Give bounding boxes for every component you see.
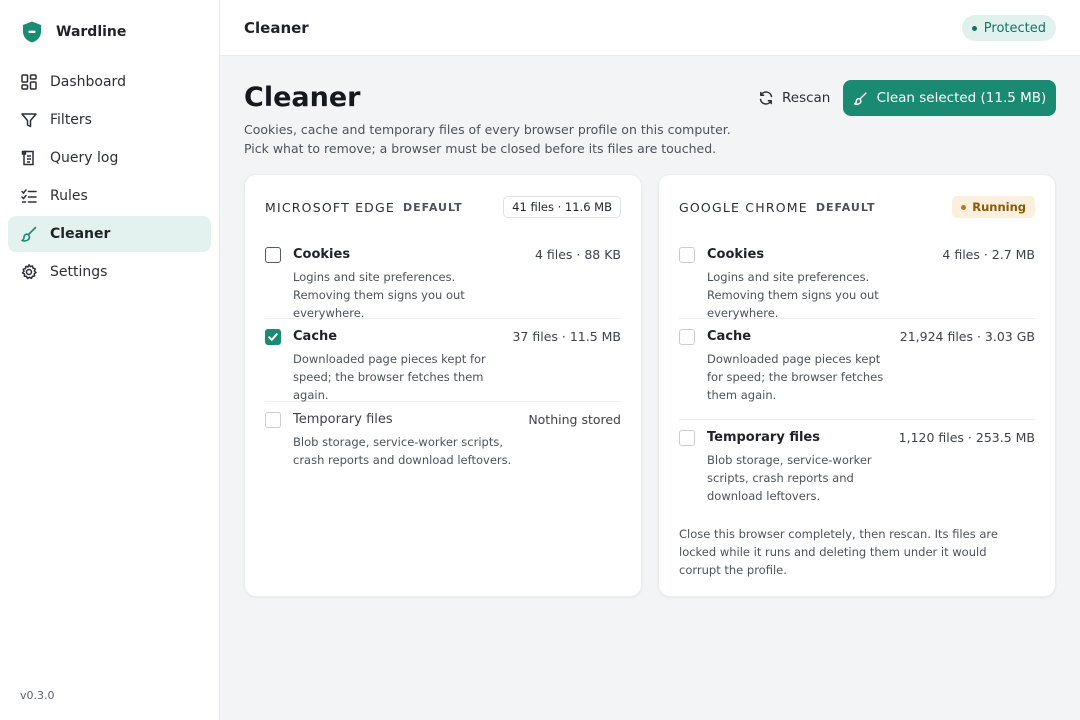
status-dot-icon [971,25,977,31]
item-size: 4 files · 88 KB [534,247,621,262]
running-browser-note: Close this browser completely, then resc… [679,527,998,577]
item-description: Logins and site preferences. Removing th… [707,270,879,320]
item-size: Nothing stored [528,412,621,427]
item-title: Cookies [707,247,765,262]
clean-items-list: Cookies 4 files · 88 KB Logins and site … [265,237,621,484]
clean-item-cookies: Cookies 4 files · 88 KB Logins and site … [265,237,621,320]
profile-tag: DEFAULT [815,200,876,214]
brand: Wardline [20,20,126,44]
gear-icon [20,263,38,281]
running-label: Running [972,200,1026,214]
clean-item-temporary-files: Temporary files Nothing stored Blob stor… [265,402,621,484]
browser-name: GOOGLE CHROME [679,199,808,215]
sidebar-item-label: Settings [50,264,108,280]
topbar-title: Cleaner [244,19,309,37]
rules-icon [20,187,38,205]
clean-selected-label: Clean selected (11.5 MB) [876,90,1047,106]
card-header: MICROSOFT EDGE DEFAULT 41 files · 11.6 M… [265,195,621,219]
item-title: Temporary files [293,412,393,427]
item-size: 4 files · 2.7 MB [942,247,1035,262]
clean-selected-button[interactable]: Clean selected (11.5 MB) [843,80,1056,116]
item-description: Blob storage, service-worker scripts, cr… [707,453,872,503]
cookies-checkbox[interactable] [265,247,281,263]
clean-item-temporary-files: Temporary files 1,120 files · 253.5 MB B… [679,420,1035,520]
item-size: 1,120 files · 253.5 MB [898,430,1035,445]
sidebar-nav: Dashboard Filters Query log Rules Cleane… [8,64,211,292]
filter-icon [20,111,38,129]
brush-icon [853,91,867,105]
item-size: 21,924 files · 3.03 GB [899,329,1035,344]
sidebar-item-filters[interactable]: Filters [8,102,211,138]
rescan-label: Rescan [782,90,831,106]
browser-card-chrome: GOOGLE CHROME DEFAULT Running Cookies 4 … [658,174,1056,597]
item-title: Cookies [293,247,351,262]
clean-items-list: Cookies 4 files · 2.7 MB Logins and site… [679,237,1035,520]
sidebar-item-label: Filters [50,112,92,128]
clean-item-cookies: Cookies 4 files · 2.7 MB Logins and site… [679,237,1035,320]
cookies-checkbox [679,247,695,263]
page-description: Cookies, cache and temporary files of ev… [244,120,744,158]
sidebar-item-dashboard[interactable]: Dashboard [8,64,211,100]
clean-item-cache: Cache 21,924 files · 3.03 GB Downloaded … [679,319,1035,420]
status-dot-icon [961,204,967,210]
item-title: Temporary files [707,430,820,445]
sidebar-item-settings[interactable]: Settings [8,254,211,290]
log-icon [20,149,38,167]
item-title: Cache [293,329,338,344]
clean-item-cache: Cache 37 files · 11.5 MB Downloaded page… [265,319,621,402]
refresh-icon [759,91,773,105]
sidebar-item-label: Dashboard [50,74,126,90]
total-size-chip: 41 files · 11.6 MB [503,196,621,218]
page-description-line: Pick what to remove; a browser must be c… [244,141,717,156]
status-label: Protected [983,20,1046,36]
sidebar-item-rules[interactable]: Rules [8,178,211,214]
checkmark-icon [268,333,278,341]
profile-tag: DEFAULT [402,200,463,214]
cache-checkbox [679,329,695,345]
sidebar-item-cleaner[interactable]: Cleaner [8,216,211,252]
topbar: Cleaner Protected [220,0,1080,56]
page-description-line: Cookies, cache and temporary files of ev… [244,122,731,137]
dashboard-icon [20,73,38,91]
temporary-files-checkbox [265,412,281,428]
shield-logo-icon [23,21,41,43]
item-title: Cache [707,329,752,344]
sidebar-item-label: Rules [50,188,88,204]
item-description: Downloaded page pieces kept for speed; t… [293,352,486,402]
sidebar-item-label: Cleaner [50,226,111,242]
app-name: Wardline [56,24,127,40]
sidebar-item-query-log[interactable]: Query log [8,140,211,176]
sidebar-item-label: Query log [50,150,119,166]
item-description: Blob storage, service-worker scripts, cr… [293,435,512,467]
protection-status-badge: Protected [961,15,1056,41]
cache-checkbox[interactable] [265,329,281,345]
sidebar: Wardline Dashboard Filters Query log Rul… [0,0,220,720]
item-description: Downloaded page pieces kept for speed; t… [707,352,884,402]
card-header: GOOGLE CHROME DEFAULT Running [679,195,1035,219]
brush-icon [20,225,38,243]
item-description: Logins and site preferences. Removing th… [293,270,465,320]
app-version: v0.3.0 [20,689,55,702]
browser-name: MICROSOFT EDGE [265,199,395,215]
item-size: 37 files · 11.5 MB [512,329,621,344]
temporary-files-checkbox [679,430,695,446]
running-status-badge: Running [952,196,1035,218]
rescan-button[interactable]: Rescan [748,80,840,116]
browser-card-edge: MICROSOFT EDGE DEFAULT 41 files · 11.6 M… [244,174,642,597]
page-title: Cleaner [244,82,361,113]
